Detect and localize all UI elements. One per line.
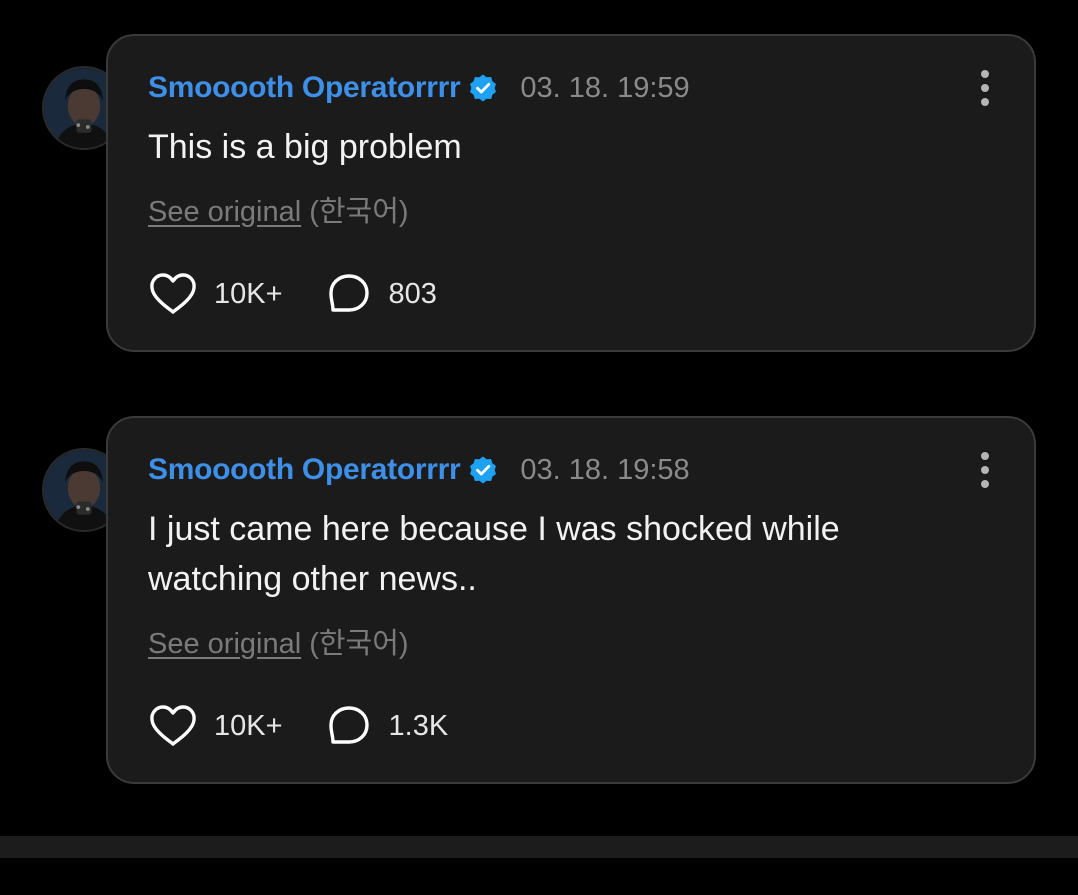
original-language: (한국어) bbox=[309, 628, 409, 660]
reply-count: 803 bbox=[388, 277, 437, 310]
comment-actions: 10K+ 1.3K bbox=[148, 704, 492, 748]
more-vertical-icon[interactable] bbox=[978, 452, 992, 488]
see-original-link[interactable]: See original bbox=[148, 196, 301, 228]
comment-card: Smooooth Operatorrrr 03. 18. 19:59 This … bbox=[106, 34, 1036, 352]
original-language: (한국어) bbox=[309, 196, 409, 228]
comment-header: Smooooth Operatorrrr 03. 18. 19:59 bbox=[148, 68, 690, 108]
username[interactable]: Smooooth Operatorrrr bbox=[148, 453, 461, 487]
bottom-divider bbox=[0, 836, 1078, 858]
username[interactable]: Smooooth Operatorrrr bbox=[148, 71, 461, 105]
like-button[interactable]: 10K+ bbox=[148, 272, 283, 316]
comment-actions: 10K+ 803 bbox=[148, 272, 481, 316]
see-original: See original (한국어) bbox=[148, 620, 409, 662]
reply-count: 1.3K bbox=[388, 709, 449, 742]
comment-text: I just came here because I was shocked w… bbox=[148, 510, 840, 598]
heart-icon bbox=[150, 273, 196, 314]
see-original-link[interactable]: See original bbox=[148, 628, 301, 660]
timestamp: 03. 18. 19:59 bbox=[520, 71, 690, 104]
verified-badge-icon bbox=[468, 73, 498, 103]
reply-button[interactable]: 803 bbox=[327, 272, 437, 316]
comment-text: This is a big problem bbox=[148, 128, 462, 166]
more-vertical-icon[interactable] bbox=[978, 70, 992, 106]
like-count: 10K+ bbox=[214, 277, 283, 310]
speech-bubble-icon bbox=[328, 274, 369, 312]
verified-badge-icon bbox=[468, 455, 498, 485]
heart-icon bbox=[150, 705, 196, 746]
timestamp: 03. 18. 19:58 bbox=[520, 453, 690, 486]
reply-button[interactable]: 1.3K bbox=[327, 704, 449, 748]
like-count: 10K+ bbox=[214, 709, 283, 742]
comment-header: Smooooth Operatorrrr 03. 18. 19:58 bbox=[148, 450, 690, 490]
comment-thread: Smooooth Operatorrrr 03. 18. 19:59 This … bbox=[0, 0, 1078, 895]
speech-bubble-icon bbox=[328, 706, 369, 744]
like-button[interactable]: 10K+ bbox=[148, 704, 283, 748]
comment-card: Smooooth Operatorrrr 03. 18. 19:58 I jus… bbox=[106, 416, 1036, 784]
see-original: See original (한국어) bbox=[148, 188, 409, 230]
